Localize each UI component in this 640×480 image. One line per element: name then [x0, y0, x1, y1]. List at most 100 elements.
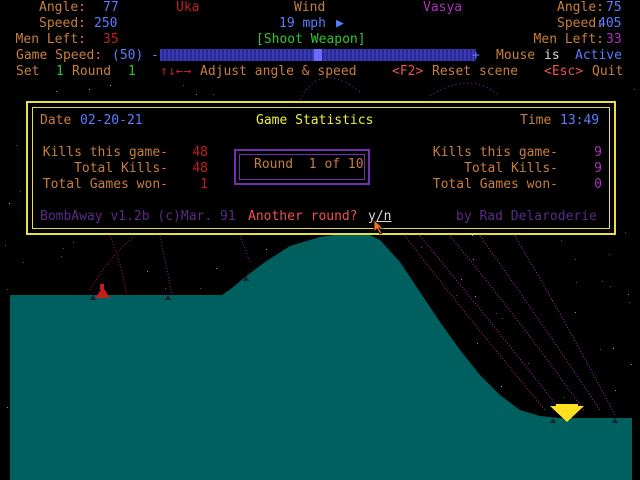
quit-text[interactable]: Quit: [592, 65, 623, 79]
star: [7, 407, 8, 408]
star: [5, 245, 6, 246]
adjust-help-text: Adjust angle & speed: [200, 64, 357, 79]
star: [16, 145, 17, 146]
game-speed-slider-thumb[interactable]: [314, 49, 322, 61]
reset-scene-text[interactable]: Reset scene: [432, 65, 518, 79]
star: [472, 235, 473, 236]
star: [576, 282, 577, 283]
left-total-kills-label: Total Kills-: [74, 161, 168, 176]
wind-direction-icon: ▶: [336, 16, 344, 31]
star: [496, 313, 497, 314]
mouse-cursor-icon: [373, 219, 385, 235]
quit-key[interactable]: <Esc>: [544, 65, 583, 79]
star: [196, 94, 197, 95]
slider-minus[interactable]: -: [151, 49, 159, 63]
star: [456, 295, 457, 296]
star: [23, 262, 24, 263]
right-games-won-value: 0: [594, 177, 602, 192]
right-player-name: Vasya: [423, 0, 463, 15]
left-total-kills-value: 48: [192, 161, 208, 176]
star: [477, 343, 478, 344]
game-speed-value: (50): [112, 48, 144, 63]
date-value: 02-20-21: [80, 113, 143, 128]
left-speed-value: 250: [94, 16, 118, 31]
left-speed-label: Speed:: [39, 16, 86, 31]
left-men-value: 35: [103, 32, 119, 47]
star: [266, 249, 267, 250]
time-label: Time: [520, 113, 552, 128]
star: [502, 318, 503, 319]
set-label: Set: [16, 64, 40, 79]
star: [56, 91, 57, 92]
round-counter-box: Round 1 of 10: [234, 149, 370, 185]
reset-key[interactable]: <F2>: [392, 65, 423, 79]
round-counter: Round 1 of 10: [254, 157, 364, 172]
star: [73, 242, 74, 243]
game-speed-slider[interactable]: [160, 49, 476, 61]
star: [89, 89, 90, 90]
wind-value: 19 mph: [279, 16, 326, 31]
star: [602, 281, 603, 282]
right-games-won-label: Total Games won-: [432, 177, 558, 192]
star: [600, 349, 601, 350]
round-value: 1: [128, 64, 136, 79]
star: [615, 390, 616, 391]
star: [475, 296, 476, 297]
star: [200, 288, 201, 289]
star: [421, 247, 422, 248]
star: [561, 240, 562, 241]
version-credit: BombAway v1.2b (c)Mar. 91: [40, 209, 236, 224]
star: [183, 85, 184, 86]
game-speed-label: Game Speed:: [16, 48, 103, 63]
star: [110, 85, 111, 86]
shoot-weapon-button[interactable]: [Shoot Weapon]: [256, 33, 366, 47]
star: [628, 294, 629, 295]
left-angle-value: 77: [103, 0, 119, 15]
star: [575, 259, 576, 260]
right-angle-label: Angle:: [557, 0, 604, 15]
star: [625, 232, 626, 233]
left-kills-game-label: Kills this game-: [42, 145, 168, 160]
right-angle-value: 75: [606, 0, 622, 15]
wind-label: Wind: [294, 0, 326, 15]
left-men-label: Men Left:: [15, 32, 86, 47]
left-games-won-value: 1: [200, 177, 208, 192]
star: [7, 289, 8, 290]
star: [575, 312, 576, 313]
star: [563, 397, 564, 398]
star: [61, 256, 62, 257]
left-games-won-label: Total Games won-: [42, 177, 168, 192]
star: [501, 386, 502, 387]
star: [634, 89, 635, 90]
star: [473, 259, 474, 260]
star: [610, 286, 611, 287]
slider-plus[interactable]: +: [472, 49, 480, 63]
mouse-is-text: is: [544, 48, 560, 63]
another-round-prompt: Another round?: [248, 209, 358, 224]
star: [63, 248, 64, 249]
right-speed-value: 405: [598, 16, 622, 31]
star: [20, 191, 21, 192]
star: [213, 94, 214, 95]
date-label: Date: [40, 113, 72, 128]
game-statistics-dialog: Date 02-20-21 Game Statistics Time 13:49…: [26, 101, 616, 235]
mouse-label: Mouse: [496, 48, 536, 63]
star: [629, 302, 630, 303]
right-total-kills-value: 9: [594, 161, 602, 176]
star: [9, 203, 10, 204]
set-value: 1: [56, 64, 64, 79]
time-value: 13:49: [560, 113, 600, 128]
left-angle-label: Angle:: [39, 0, 86, 15]
arrow-keys-icon: ↑↓←→: [160, 64, 192, 79]
right-speed-label: Speed:: [557, 16, 604, 31]
star: [461, 279, 462, 280]
star: [631, 364, 632, 365]
right-kills-game-label: Kills this game-: [432, 145, 558, 160]
star: [165, 288, 166, 289]
right-total-kills-label: Total Kills-: [464, 161, 558, 176]
star: [613, 348, 614, 349]
author-credit: by Rad Delaroderie: [456, 209, 597, 224]
star: [147, 271, 148, 272]
round-label: Round: [72, 64, 112, 79]
mouse-state-toggle[interactable]: Active: [575, 49, 622, 63]
